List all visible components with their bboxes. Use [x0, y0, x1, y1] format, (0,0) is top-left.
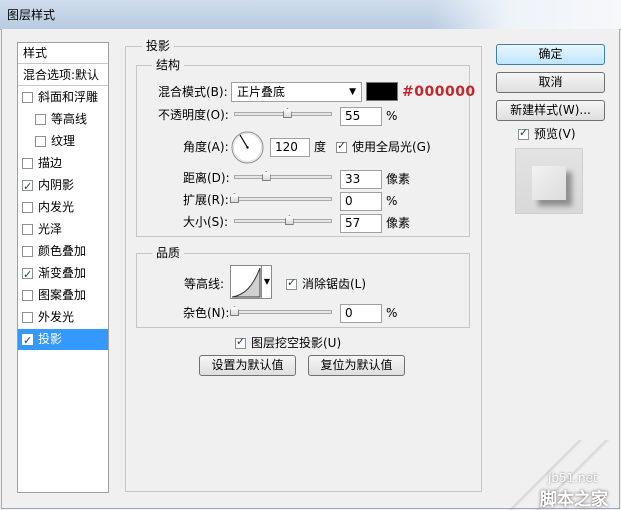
preview-checkbox[interactable]: 预览(V) — [518, 125, 576, 142]
global-light-checkbox[interactable]: 使用全局光(G) — [336, 138, 431, 155]
sidebar-item[interactable]: 颜色叠加 — [18, 241, 108, 262]
sidebar-item[interactable]: 等高线 — [18, 109, 108, 130]
opacity-label: 不透明度(O): — [158, 108, 229, 122]
sidebar-item-label: 描边 — [38, 156, 63, 170]
preview-check-icon[interactable] — [518, 125, 529, 141]
preview-thumbnail — [532, 166, 566, 200]
sidebar-item-label: 颜色叠加 — [38, 244, 87, 258]
distance-label: 距离(D): — [183, 171, 230, 185]
chevron-down-icon: ▼ — [349, 87, 356, 97]
sidebar-item-label: 纹理 — [51, 134, 76, 148]
angle-dial-icon[interactable] — [230, 130, 265, 165]
anti-alias-label: 消除锯齿(L) — [302, 277, 367, 291]
global-light-check-icon[interactable] — [336, 138, 347, 154]
sidebar-item-label: 内阴影 — [38, 178, 75, 192]
sidebar-item[interactable]: 渐变叠加 — [18, 263, 108, 285]
style-preview — [515, 148, 583, 214]
color-hex-label: #000000 — [402, 84, 476, 100]
sidebar-item[interactable]: 纹理 — [18, 131, 108, 152]
title-bar: 图层样式 — [0, 0, 621, 30]
angle-input[interactable]: 120 — [270, 138, 310, 157]
sidebar-item[interactable]: 光泽 — [18, 219, 108, 240]
sidebar-item[interactable]: 外发光 — [18, 307, 108, 328]
noise-label: 杂色(N): — [183, 306, 230, 320]
sidebar-item[interactable]: 投影 — [18, 329, 108, 351]
noise-input[interactable]: 0 — [340, 304, 382, 323]
sidebar-item-checkbox[interactable] — [22, 246, 33, 257]
sidebar-item-label: 内发光 — [38, 200, 75, 214]
size-input[interactable]: 57 — [340, 214, 382, 233]
window-title: 图层样式 — [7, 8, 56, 22]
size-label: 大小(S): — [183, 215, 229, 229]
spread-slider[interactable] — [230, 193, 332, 203]
sidebar-item-checkbox[interactable] — [22, 264, 33, 285]
sidebar-header[interactable]: 样式 — [18, 43, 108, 64]
watermark-text: 脚本之家 — [540, 490, 608, 510]
sidebar-item[interactable]: 描边 — [18, 153, 108, 174]
contour-picker[interactable]: ▼ — [230, 265, 272, 299]
angle-unit: 度 — [314, 140, 327, 154]
new-style-button[interactable]: 新建样式(W)... — [496, 100, 605, 121]
angle-label: 角度(A): — [183, 140, 229, 154]
distance-unit: 像素 — [386, 172, 411, 186]
ok-button[interactable]: 确定 — [496, 44, 605, 65]
contour-label: 等高线: — [184, 277, 225, 291]
contour-curve-icon — [231, 267, 261, 298]
size-slider[interactable] — [234, 215, 332, 225]
opacity-unit: % — [386, 109, 398, 123]
sidebar-item[interactable]: 内阴影 — [18, 175, 108, 197]
noise-slider[interactable] — [230, 306, 332, 316]
opacity-slider[interactable] — [234, 108, 332, 118]
distance-slider[interactable] — [234, 171, 332, 181]
sidebar-blend-options[interactable]: 混合选项:默认 — [18, 65, 108, 86]
blend-mode-label: 混合模式(B): — [158, 85, 228, 99]
cancel-button[interactable]: 取消 — [496, 72, 605, 93]
sidebar-item-label: 投影 — [38, 332, 63, 346]
sidebar-item-checkbox[interactable] — [22, 202, 33, 213]
sidebar-item-label: 渐变叠加 — [38, 266, 87, 280]
preview-label: 预览(V) — [534, 127, 576, 141]
distance-input[interactable]: 33 — [340, 170, 382, 189]
sidebar-item-checkbox[interactable] — [35, 136, 46, 147]
blend-mode-select[interactable]: 正片叠底 ▼ — [231, 82, 362, 102]
sidebar-item-checkbox[interactable] — [22, 312, 33, 323]
size-unit: 像素 — [386, 216, 411, 230]
knockout-checkbox[interactable]: 图层挖空投影(U) — [235, 334, 342, 351]
sidebar-item-checkbox[interactable] — [22, 92, 33, 103]
sidebar-item-checkbox[interactable] — [22, 176, 33, 197]
sidebar-item[interactable]: 斜面和浮雕 — [18, 87, 108, 108]
spread-input[interactable]: 0 — [340, 192, 382, 211]
knockout-label: 图层挖空投影(U) — [251, 336, 342, 350]
sidebar-item-checkbox[interactable] — [22, 290, 33, 301]
spread-label: 扩展(R): — [183, 193, 229, 207]
drop-shadow-title: 投影 — [142, 39, 175, 53]
spread-unit: % — [386, 194, 398, 208]
sidebar-item-checkbox[interactable] — [22, 224, 33, 235]
knockout-check-icon[interactable] — [235, 334, 246, 350]
sidebar-item-label: 图案叠加 — [38, 288, 87, 302]
sidebar-item-checkbox[interactable] — [35, 114, 46, 125]
noise-unit: % — [386, 306, 398, 320]
contour-dropdown-icon[interactable]: ▼ — [261, 266, 272, 298]
sidebar-item[interactable]: 图案叠加 — [18, 285, 108, 306]
structure-title: 结构 — [152, 58, 185, 72]
anti-alias-checkbox[interactable]: 消除锯齿(L) — [286, 275, 367, 292]
sidebar-item-label: 斜面和浮雕 — [38, 90, 99, 104]
styles-sidebar: 样式 混合选项:默认 斜面和浮雕等高线纹理描边内阴影内发光光泽颜色叠加渐变叠加图… — [17, 42, 109, 493]
sidebar-item[interactable]: 内发光 — [18, 197, 108, 218]
sidebar-item-checkbox[interactable] — [22, 158, 33, 169]
opacity-input[interactable]: 55 — [340, 107, 382, 126]
sidebar-item-label: 外发光 — [38, 310, 75, 324]
sidebar-item-label: 光泽 — [38, 222, 63, 236]
sidebar-item-label: 等高线 — [51, 112, 88, 126]
set-default-button[interactable]: 设置为默认值 — [199, 355, 296, 376]
anti-alias-check-icon[interactable] — [286, 275, 297, 291]
shadow-color-swatch[interactable] — [366, 82, 398, 101]
blend-mode-value: 正片叠底 — [237, 85, 286, 99]
quality-title: 品质 — [152, 246, 185, 260]
global-light-label: 使用全局光(G) — [352, 140, 431, 154]
reset-default-button[interactable]: 复位为默认值 — [308, 355, 405, 376]
sidebar-item-checkbox[interactable] — [22, 330, 33, 351]
watermark-url: jb51.net — [548, 471, 598, 485]
